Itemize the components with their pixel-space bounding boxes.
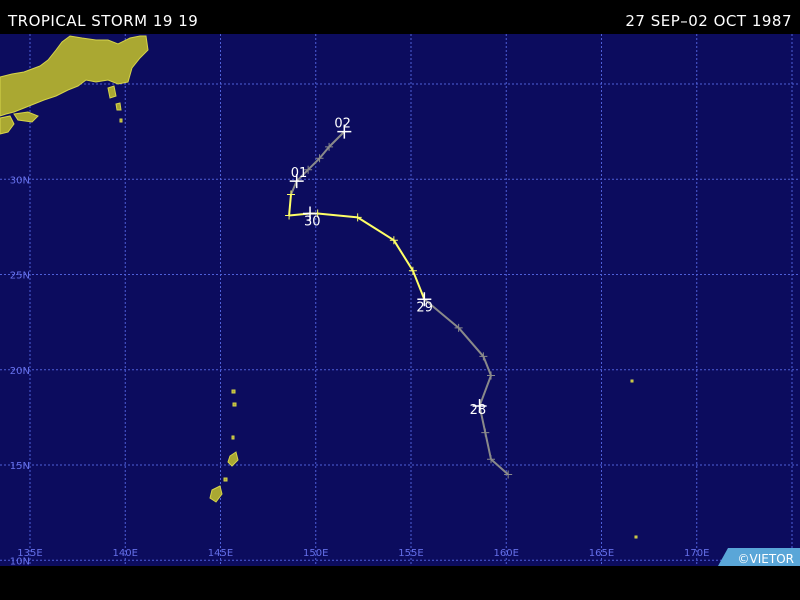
islet	[634, 535, 638, 539]
islet	[630, 379, 634, 383]
lon-label: 155E	[398, 548, 423, 559]
credit-text: ©VIETOR	[738, 552, 794, 566]
islet	[223, 477, 228, 482]
lat-label: 10N	[10, 556, 30, 566]
day-label: 28	[470, 403, 487, 418]
lon-label: 165E	[589, 548, 614, 559]
footer-bar	[0, 566, 800, 600]
lat-label: 15N	[10, 461, 30, 472]
lon-label: 145E	[208, 548, 233, 559]
islet	[119, 118, 123, 123]
map-title: TROPICAL STORM 19 19	[8, 12, 199, 30]
day-label: 02	[334, 117, 351, 132]
day-label: 29	[416, 300, 433, 315]
islet	[231, 389, 236, 394]
lat-label: 20N	[10, 366, 30, 377]
header-bar: TROPICAL STORM 19 19 27 SEP–02 OCT 1987	[0, 0, 800, 34]
lon-label: 170E	[684, 548, 709, 559]
track-map: 135E140E145E150E155E160E165E170E175E35N3…	[0, 34, 800, 566]
islet	[232, 402, 237, 407]
lon-label: 150E	[303, 548, 328, 559]
day-label: 01	[291, 166, 308, 181]
day-label: 30	[304, 215, 321, 230]
islet	[231, 435, 235, 440]
lat-label: 30N	[10, 175, 30, 186]
izu-island-small	[115, 102, 122, 111]
lon-label: 160E	[494, 548, 519, 559]
izu-island	[107, 85, 117, 99]
lon-label: 140E	[113, 548, 138, 559]
date-range: 27 SEP–02 OCT 1987	[625, 12, 792, 30]
lat-label: 25N	[10, 271, 30, 282]
credit-badge: ©VIETOR	[718, 548, 800, 566]
ocean-background	[0, 34, 800, 566]
